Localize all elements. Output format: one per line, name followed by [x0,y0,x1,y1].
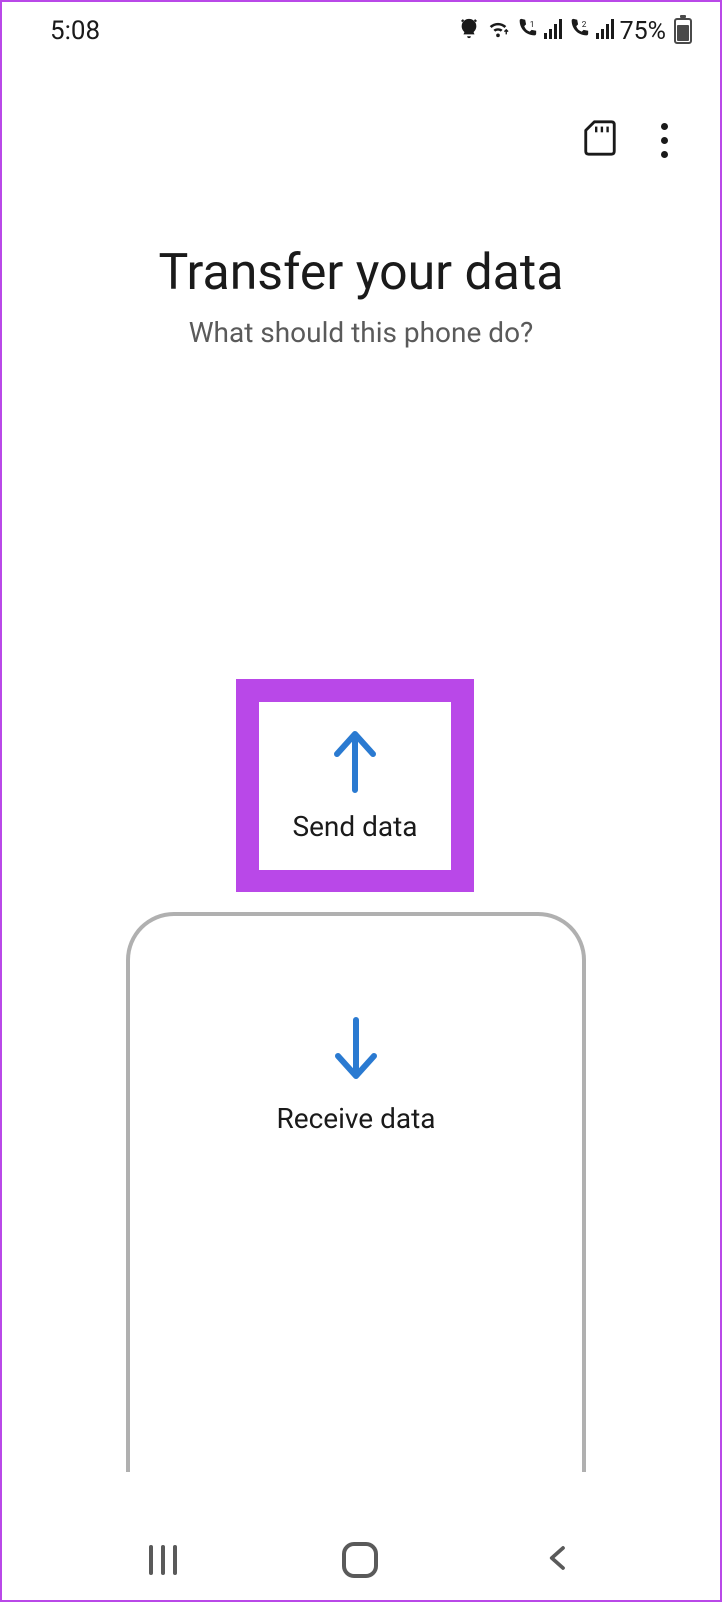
send-data-button[interactable]: Send data [259,702,451,870]
back-button[interactable] [543,1543,573,1577]
navigation-bar [2,1520,720,1600]
page-subtitle: What should this phone do? [2,316,720,349]
alarm-icon [458,17,480,45]
status-bar: 5:08 1 2 75% [2,2,720,50]
phone2-icon: 2 [568,17,590,45]
home-button[interactable] [342,1542,378,1578]
status-time: 5:08 [50,16,100,46]
sd-card-button[interactable] [582,119,618,161]
svg-text:1: 1 [529,20,534,30]
status-icons: 1 2 75% [458,17,692,46]
recent-apps-button[interactable] [149,1545,177,1575]
phone1-icon: 1 [516,17,538,45]
signal2-icon [596,17,614,45]
send-data-highlight: Send data [236,679,474,892]
battery-percent: 75% [620,17,666,46]
wifi-icon [486,17,510,45]
chevron-left-icon [543,1543,573,1573]
arrow-up-icon [327,728,383,794]
more-options-button[interactable] [654,122,674,158]
receive-data-label: Receive data [276,1102,435,1135]
signal1-icon [544,17,562,45]
battery-icon [674,18,692,44]
app-bar [2,50,720,160]
page-title: Transfer your data [2,244,720,302]
arrow-down-icon [328,1016,384,1082]
sd-card-icon [582,119,618,157]
receive-data-button[interactable]: Receive data [126,912,586,1472]
send-data-label: Send data [292,810,417,843]
svg-text:2: 2 [581,20,586,30]
